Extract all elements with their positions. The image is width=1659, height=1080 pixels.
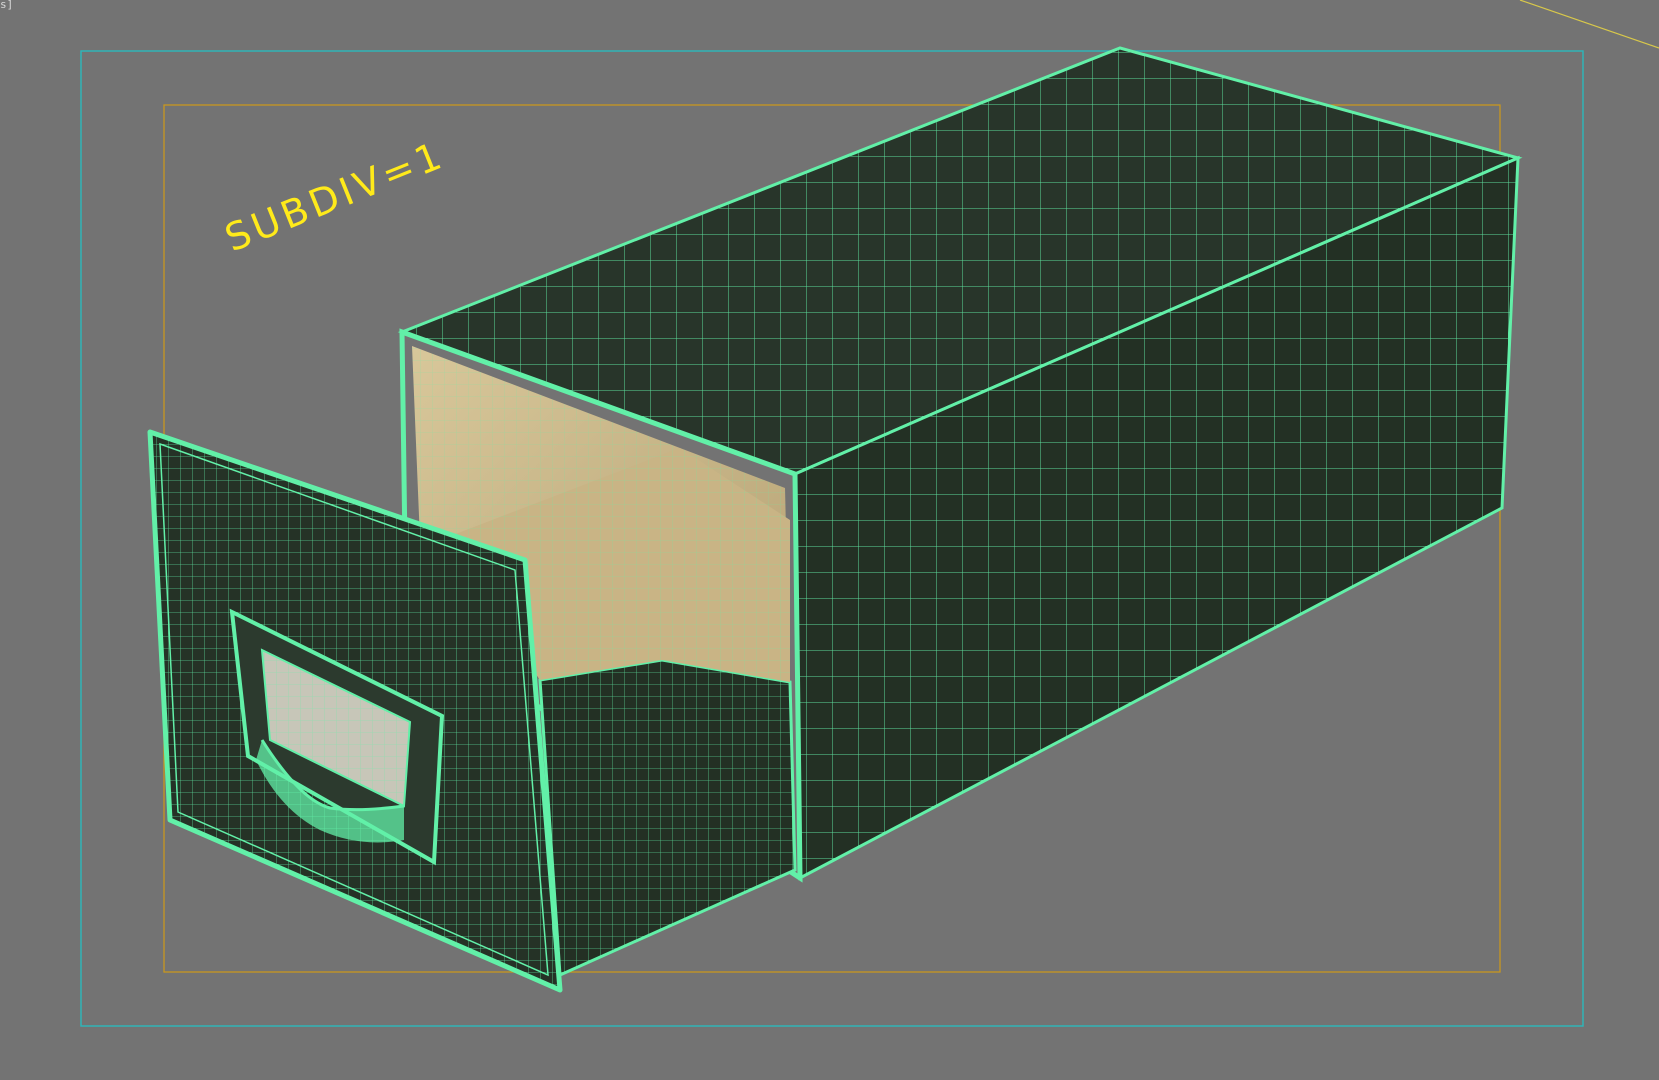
subdiv-annotation: SUBDIV=1	[219, 132, 451, 260]
viewport-scene: SUBDIV=1	[80, 0, 1659, 1027]
axis-line	[1519, 0, 1659, 49]
viewport[interactable]: s] SUBDIV=1	[0, 0, 1659, 1080]
